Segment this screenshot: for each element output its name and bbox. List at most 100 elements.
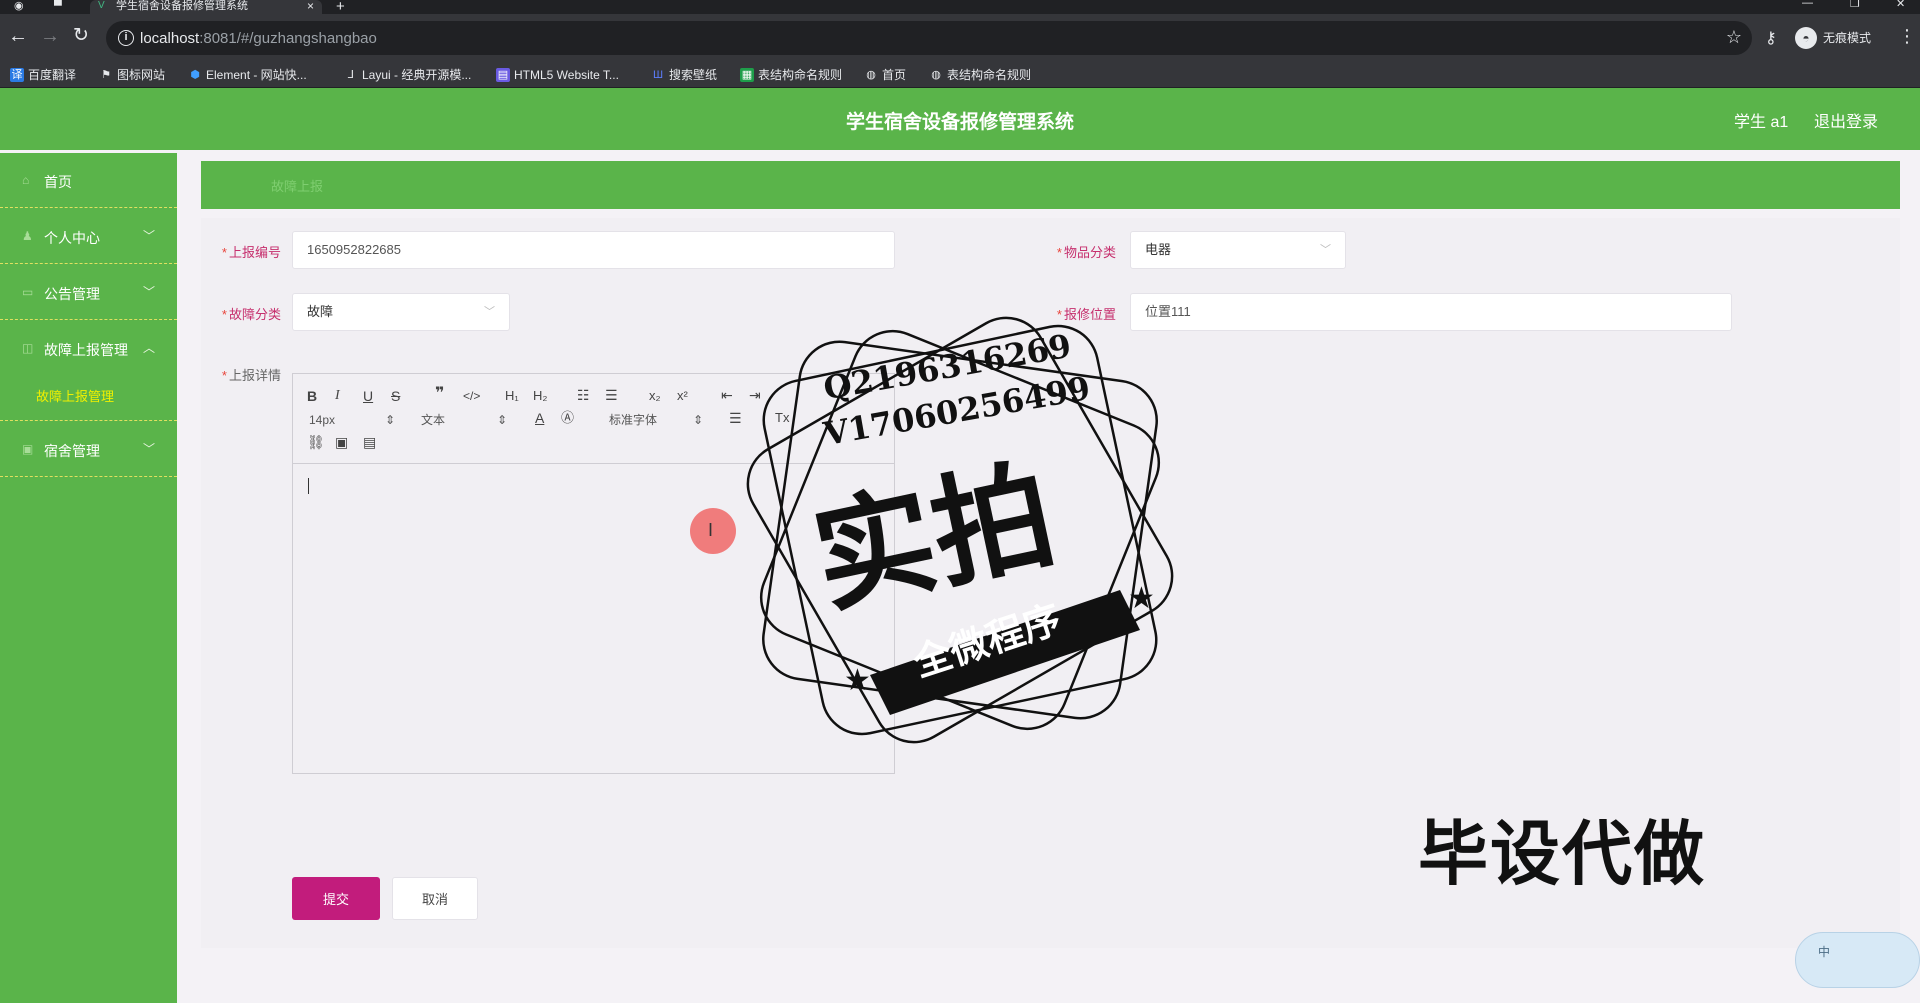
incognito-badge[interactable]: ◓ 无痕模式 bbox=[1795, 26, 1871, 50]
item-category-select[interactable]: 电器 ﹀ bbox=[1130, 231, 1346, 269]
browser-tab[interactable]: V 学生宿舍设备报修管理系统 × bbox=[90, 0, 322, 14]
browser-menu-icon[interactable]: ⋮ bbox=[1898, 26, 1916, 47]
bookmark-item[interactable]: ⅃ Layui - 经典开源模... bbox=[344, 66, 471, 84]
sheet-icon: ▦ bbox=[740, 68, 754, 82]
tab-close-icon[interactable]: × bbox=[307, 0, 314, 12]
subscript-icon[interactable]: x₂ bbox=[649, 388, 661, 404]
fault-category-label: * 故障分类 bbox=[221, 307, 281, 322]
sidebar-item-notice[interactable]: ▭ 公告管理 ﹀ bbox=[0, 265, 177, 320]
chevron-down-icon: ﹀ bbox=[142, 285, 155, 299]
italic-icon[interactable]: I bbox=[335, 388, 340, 404]
blockquote-icon[interactable]: ❞ bbox=[435, 386, 444, 402]
cancel-button[interactable]: 取消 bbox=[392, 877, 478, 920]
incognito-label: 无痕模式 bbox=[1823, 31, 1872, 45]
html5-icon: ▤ bbox=[496, 68, 510, 82]
sidebar: ⌂ 首页 ♟ 个人中心 ﹀ ▭ 公告管理 ﹀ ◫ 故障上报管理 ︿ 故障上报管理… bbox=[0, 153, 177, 1003]
forward-icon[interactable]: → bbox=[40, 26, 60, 46]
bullet-list-icon[interactable]: ☰ bbox=[605, 387, 618, 403]
ime-widget[interactable]: 中 bbox=[1795, 932, 1920, 988]
report-no-label: * 上报编号 bbox=[221, 245, 281, 260]
back-icon[interactable]: ← bbox=[8, 26, 28, 46]
bookmark-item[interactable]: ◍ 表结构命名规则 bbox=[929, 66, 1031, 84]
new-tab-icon[interactable]: + bbox=[336, 0, 345, 15]
bold-icon[interactable]: B bbox=[307, 388, 317, 404]
sidebar-subitem-fault-manage[interactable]: 故障上报管理 bbox=[0, 369, 177, 421]
ibeam-cursor-icon: I bbox=[708, 520, 714, 540]
ime-indicator: 中 bbox=[1818, 945, 1831, 959]
heading2-icon[interactable]: H₂ bbox=[533, 388, 547, 404]
flag-icon: ⚑ bbox=[101, 69, 111, 81]
bookmark-item[interactable]: 译百度翻译 bbox=[10, 66, 76, 84]
strikethrough-icon[interactable]: S bbox=[391, 388, 400, 404]
element-icon: ⬢ bbox=[190, 69, 200, 81]
window-close-icon[interactable]: ✕ bbox=[1896, 0, 1905, 10]
user-icon: ♟ bbox=[22, 229, 33, 243]
font-size-chevron-icon[interactable]: ⇕ bbox=[385, 412, 395, 428]
superscript-icon[interactable]: x² bbox=[677, 388, 688, 404]
baidu-translate-icon: 译 bbox=[10, 68, 24, 82]
bookmark-item[interactable]: ⚑ 图标网站 bbox=[99, 66, 165, 84]
chrome-icon[interactable]: ◉ bbox=[14, 0, 24, 12]
location-input[interactable]: 位置111 bbox=[1130, 293, 1732, 331]
omnibox[interactable]: i localhost:8081/#/guzhangshangbao ☆ bbox=[106, 21, 1752, 55]
site-info-icon[interactable]: i bbox=[118, 30, 134, 46]
tab-search-icon[interactable]: ▀ bbox=[54, 0, 62, 12]
url-text[interactable]: localhost:8081/#/guzhangshangbao bbox=[140, 30, 377, 47]
sidebar-item-profile[interactable]: ♟ 个人中心 ﹀ bbox=[0, 209, 177, 264]
dorm-icon: ▣ bbox=[22, 442, 34, 456]
sidebar-item-fault[interactable]: ◫ 故障上报管理 ︿ bbox=[0, 321, 177, 376]
image-icon[interactable]: ▣ bbox=[335, 434, 348, 450]
fault-category-select[interactable]: 故障 ﹀ bbox=[292, 293, 510, 331]
watermark-stamp: ★ ★ Q2196316269 V17060256499 实拍 全微程序 bbox=[720, 290, 1200, 770]
watermark-bottom-text: 毕设代做 bbox=[1418, 813, 1706, 895]
sidebar-item-home[interactable]: ⌂ 首页 bbox=[0, 153, 177, 208]
bookmark-item[interactable]: Ш 搜索壁纸 bbox=[651, 66, 717, 84]
bookmark-item[interactable]: ▦ 表结构命名规则 bbox=[740, 66, 842, 84]
bookmark-item[interactable]: ⬢ Element - 网站快... bbox=[188, 66, 307, 84]
globe-icon: ◍ bbox=[931, 69, 941, 81]
bookmark-item[interactable]: ▤ HTML5 Website T... bbox=[496, 66, 619, 84]
logout-button[interactable]: 退出登录 bbox=[1814, 108, 1878, 132]
breadcrumb-current: 故障上报 bbox=[271, 179, 324, 194]
ordered-list-icon[interactable]: ☷ bbox=[577, 387, 590, 403]
bookmarks-bar: 译百度翻译 ⚑ 图标网站 ⬢ Element - 网站快... ⅃ Layui - 经… bbox=[0, 62, 1920, 88]
current-user[interactable]: 学生 a1 bbox=[1734, 108, 1788, 132]
sidebar-item-dorm[interactable]: ▣ 宿舍管理 ﹀ bbox=[0, 422, 177, 477]
chevron-down-icon: ﹀ bbox=[142, 229, 155, 243]
key-icon[interactable]: ⚷ bbox=[1765, 28, 1777, 48]
link-icon[interactable]: ⛓ bbox=[307, 434, 325, 450]
heading1-icon[interactable]: H₁ bbox=[505, 388, 519, 404]
font-family-select[interactable]: 标准字体 bbox=[609, 412, 657, 428]
bookmark-star-icon[interactable]: ☆ bbox=[1726, 27, 1742, 48]
code-block-icon[interactable]: </> bbox=[463, 388, 480, 404]
minimize-icon[interactable]: — bbox=[1802, 0, 1813, 9]
background-color-icon[interactable]: Ⓐ bbox=[561, 410, 574, 426]
font-color-icon[interactable]: A bbox=[535, 410, 544, 426]
block-type-select[interactable]: 文本 bbox=[421, 412, 445, 428]
reload-icon[interactable]: ↻ bbox=[73, 26, 89, 46]
layui-icon: ⅃ bbox=[347, 69, 355, 81]
item-category-label: * 物品分类 bbox=[1056, 245, 1116, 260]
chevron-down-icon: ﹀ bbox=[142, 442, 155, 456]
wallpaper-icon: Ш bbox=[652, 69, 664, 81]
font-size-select[interactable]: 14px bbox=[309, 412, 335, 428]
address-toolbar: ← → ↻ i localhost:8081/#/guzhangshangbao… bbox=[0, 14, 1920, 62]
home-icon: ⌂ bbox=[22, 173, 30, 187]
app-header: 学生宿舍设备报修管理系统 学生 a1 退出登录 bbox=[0, 88, 1920, 150]
report-no-input[interactable]: 1650952822685 bbox=[292, 231, 895, 269]
block-type-chevron-icon[interactable]: ⇕ bbox=[497, 412, 507, 428]
underline-icon[interactable]: U bbox=[363, 388, 373, 404]
notice-icon: ▭ bbox=[22, 285, 34, 299]
video-icon[interactable]: ▤ bbox=[363, 434, 376, 450]
chevron-down-icon: ﹀ bbox=[484, 306, 495, 318]
vue-favicon-icon: V bbox=[98, 0, 105, 11]
font-family-chevron-icon[interactable]: ⇕ bbox=[693, 412, 703, 428]
chevron-down-icon: ﹀ bbox=[1320, 244, 1331, 256]
globe-icon: ◍ bbox=[866, 69, 876, 81]
chevron-up-icon: ︿ bbox=[142, 341, 155, 355]
submit-button[interactable]: 提交 bbox=[292, 877, 380, 920]
bookmark-item[interactable]: ◍ 首页 bbox=[864, 66, 906, 84]
maximize-icon[interactable]: ❐ bbox=[1850, 0, 1860, 10]
svg-text:★: ★ bbox=[844, 664, 871, 697]
details-label: * 上报详情 bbox=[221, 368, 281, 383]
